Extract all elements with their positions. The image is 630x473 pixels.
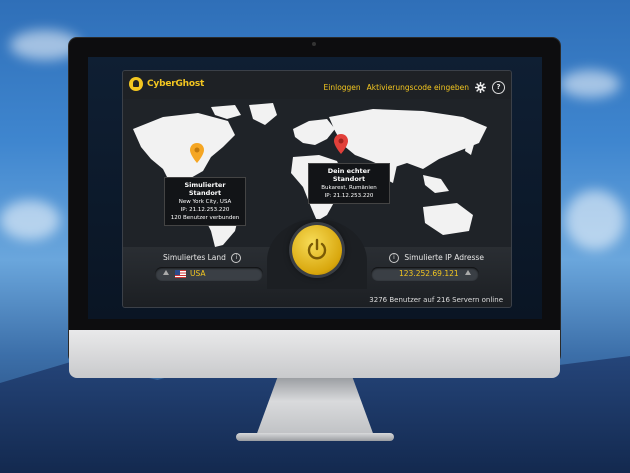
simulated-ip-label: Simulierte IP Adresse (404, 253, 484, 262)
simulated-location-title: Simulierter Standort (184, 181, 226, 197)
ghost-logo-icon (129, 77, 143, 91)
help-icon[interactable]: ? (492, 81, 505, 94)
country-selector[interactable]: USA (155, 267, 263, 281)
ip-selector[interactable]: 123.252.69.121 (371, 267, 479, 281)
top-menu: Einloggen Aktivierungscode eingeben ? (324, 78, 505, 97)
real-location-ip: IP: 21.12.253.220 (324, 193, 374, 199)
activation-code-link[interactable]: Aktivierungscode eingeben (367, 83, 469, 92)
ip-value: 123.252.69.121 (399, 269, 459, 278)
simulated-location-ip: IP: 21.12.253.220 (180, 207, 230, 213)
simulated-location-tooltip: Simulierter Standort New York City, USA … (164, 177, 246, 226)
simulated-ip-label-row: i Simulierte IP Adresse (389, 253, 484, 263)
info-icon[interactable]: i (389, 253, 399, 263)
brand-logo: CyberGhost (129, 77, 204, 91)
simulated-country-label-row: Simuliertes Land i (163, 253, 242, 263)
simulated-location-users: 120 Benutzer verbunden (170, 215, 240, 221)
control-panel: Simuliertes Land i USA i Simulierte IP A… (123, 219, 511, 307)
cyberghost-window: CyberGhost Einloggen Aktivierungscode ei… (122, 70, 512, 308)
simulated-country-label: Simuliertes Land (163, 253, 226, 262)
us-flag-icon (175, 270, 186, 278)
simulated-location-pin-icon[interactable] (190, 143, 204, 167)
info-icon[interactable]: i (231, 253, 242, 263)
simulated-location-city: New York City, USA (178, 199, 232, 205)
chevron-up-icon (163, 270, 169, 275)
power-icon (307, 238, 327, 260)
brand-name: CyberGhost (147, 79, 205, 89)
camera-icon (312, 42, 316, 46)
background-cloud (565, 190, 625, 250)
real-location-pin-icon[interactable] (334, 134, 348, 158)
chevron-up-icon (465, 270, 471, 275)
background-cloud (560, 70, 620, 98)
title-bar: CyberGhost Einloggen Aktivierungscode ei… (123, 71, 511, 99)
real-location-city: Bukarest, Rumänien (321, 185, 377, 191)
background-cloud (0, 200, 60, 240)
monitor-base (236, 433, 394, 441)
gear-icon[interactable] (475, 78, 486, 97)
real-location-tooltip: Dein echter Standort Bukarest, Rumänien … (308, 163, 390, 204)
power-button[interactable] (292, 225, 342, 275)
server-status-text: 3276 Benutzer auf 216 Servern online (369, 296, 503, 304)
login-link[interactable]: Einloggen (324, 83, 361, 92)
country-value: USA (190, 269, 206, 278)
monitor-chin (69, 330, 560, 378)
real-location-title: Dein echter Standort (327, 167, 371, 183)
